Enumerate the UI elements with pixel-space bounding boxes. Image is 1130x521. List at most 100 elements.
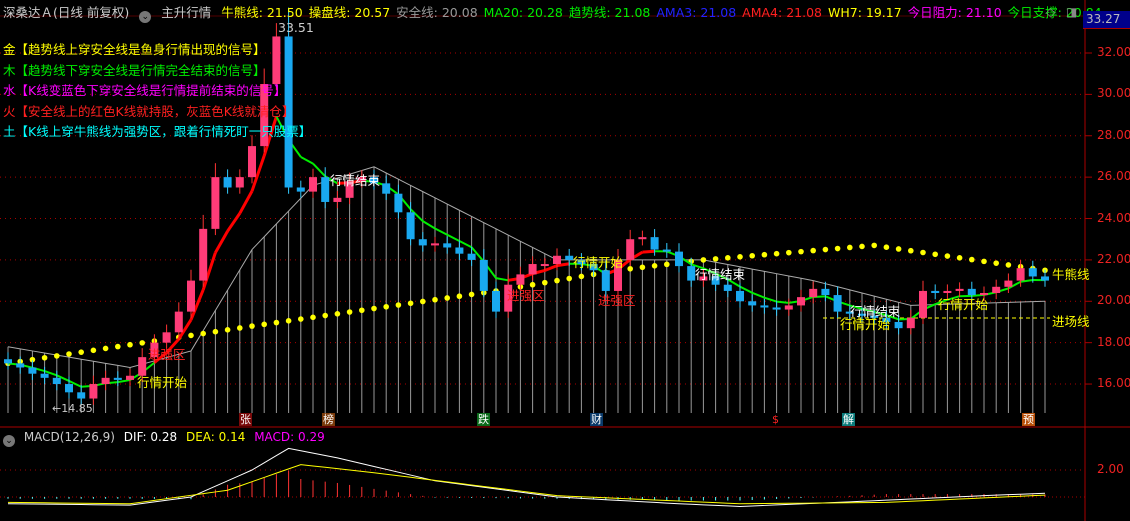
candle-body: [723, 284, 732, 291]
low-label: ←14.85: [52, 402, 93, 415]
bull-bear-dot: [871, 242, 877, 249]
candle-body: [162, 332, 171, 343]
bull-bear-dot: [407, 300, 414, 307]
bull-bear-dot: [420, 298, 426, 305]
legend-item: 木【趋势线下穿安全线是行情完全结束的信号】: [3, 62, 266, 78]
event-marker[interactable]: 解: [842, 413, 855, 426]
bull-bear-dot: [798, 248, 804, 255]
bull-bear-dot: [115, 343, 121, 350]
header-value: 趋势线: 21.08: [568, 5, 651, 20]
candle-body: [321, 177, 330, 202]
bull-bear-dot: [981, 258, 987, 265]
candle-body: [1041, 276, 1049, 281]
bull-bear-dot: [298, 316, 304, 322]
bull-bear-label: 牛熊线: [1052, 267, 1090, 282]
candle-body: [113, 377, 122, 380]
candle-body: [418, 239, 427, 246]
bull-bear-dot: [41, 354, 48, 361]
candle-body: [40, 373, 49, 378]
chevron-down-icon[interactable]: ⌄: [3, 435, 15, 447]
candle-body: [89, 384, 98, 399]
candle-body: [4, 359, 12, 364]
price-tick: 22.00: [1097, 251, 1130, 266]
candle-body: [223, 177, 232, 188]
trend-line-segment: [446, 233, 460, 242]
bull-bear-dot: [773, 250, 780, 257]
candle-body: [467, 253, 476, 260]
event-marker[interactable]: $: [769, 413, 782, 426]
macd-value: MACD: 0.29: [254, 430, 325, 444]
candle-body: [431, 243, 439, 246]
bull-bear-dot: [139, 340, 145, 346]
macd-dif-line: [7, 447, 1046, 507]
signal-start: 行情开始: [573, 255, 624, 270]
legend-item: 火【安全线上的红色K线就持股，灰蓝色K线就清仓】: [3, 103, 295, 119]
current-price-label: 33.27: [1083, 11, 1130, 29]
candle-body: [52, 377, 61, 385]
macd-title[interactable]: MACD(12,26,9): [24, 430, 115, 444]
price-tick: 26.00: [1097, 169, 1130, 184]
bull-bear-dot: [432, 296, 438, 303]
event-marker[interactable]: 预: [1022, 413, 1035, 426]
candle-body: [650, 237, 659, 250]
candle-body: [894, 321, 903, 329]
candle-body: [931, 290, 940, 294]
event-marker[interactable]: 张: [239, 413, 252, 426]
trend-line-segment: [226, 212, 242, 232]
entry-line-label: 进场线: [1052, 314, 1090, 329]
bull-bear-dot: [749, 252, 755, 259]
candle-body: [443, 243, 452, 248]
bull-bear-dot: [261, 321, 268, 328]
bull-bear-dot: [383, 303, 390, 310]
candle-body: [16, 363, 25, 368]
event-marker[interactable]: 跌: [477, 413, 490, 426]
bull-bear-dot: [895, 246, 902, 252]
candle-body: [479, 259, 488, 291]
signal-start: 行情开始: [938, 297, 989, 312]
candle-body: [394, 193, 403, 213]
candle-body: [955, 288, 964, 291]
indicator-name[interactable]: 主升行情: [161, 5, 211, 20]
bull-bear-dot: [700, 257, 707, 263]
strong-zone: 进强区: [148, 347, 186, 362]
diamond-icon[interactable]: ◇: [1046, 5, 1055, 19]
candle-body: [126, 375, 134, 380]
price-tick: 20.00: [1097, 293, 1130, 308]
bull-bear-dot: [127, 341, 133, 348]
price-tick: 16.00: [1097, 376, 1130, 391]
high-label: 33.51: [278, 20, 314, 35]
macd-dea: DEA: 0.14: [185, 430, 246, 444]
bull-bear-dot: [359, 307, 365, 314]
header-value: AMA3: 21.08: [656, 5, 737, 20]
bull-bear-dot: [310, 314, 316, 321]
candle-body: [833, 295, 842, 312]
panel-toggle-icon[interactable]: ◨: [1066, 5, 1077, 19]
bull-bear-dot: [712, 256, 719, 262]
bull-bear-dot: [651, 263, 658, 269]
price-tick: 24.00: [1097, 210, 1130, 225]
header-value: MA20: 20.28: [483, 5, 563, 20]
candle-body: [101, 377, 110, 385]
candle-body: [748, 301, 757, 306]
bull-bear-dot: [456, 293, 463, 300]
trend-line-segment: [434, 227, 448, 236]
candle-body: [638, 237, 647, 240]
candle-body: [821, 288, 830, 296]
bull-bear-dot: [554, 277, 560, 284]
strong-zone: 进强区: [598, 293, 636, 308]
candle-body: [626, 239, 635, 260]
candle-body: [187, 280, 195, 312]
macd-dea-line: [7, 464, 1046, 505]
event-marker[interactable]: 财: [590, 413, 603, 426]
trend-line-segment: [495, 277, 509, 282]
legend-item: 土【K线上穿牛熊线为强势区，跟着行情死盯一只股票】: [3, 124, 312, 139]
event-marker[interactable]: 榜: [322, 413, 335, 426]
bull-bear-dot: [102, 345, 109, 352]
candle-body: [382, 183, 391, 194]
candle-body: [77, 392, 86, 399]
bull-bear-dot: [395, 302, 402, 308]
candle-body: [992, 286, 1001, 294]
trend-line-segment: [300, 156, 314, 165]
price-tick: 30.00: [1097, 86, 1130, 101]
stock-title[interactable]: 深桑达Ａ(日线 前复权): [3, 5, 129, 20]
